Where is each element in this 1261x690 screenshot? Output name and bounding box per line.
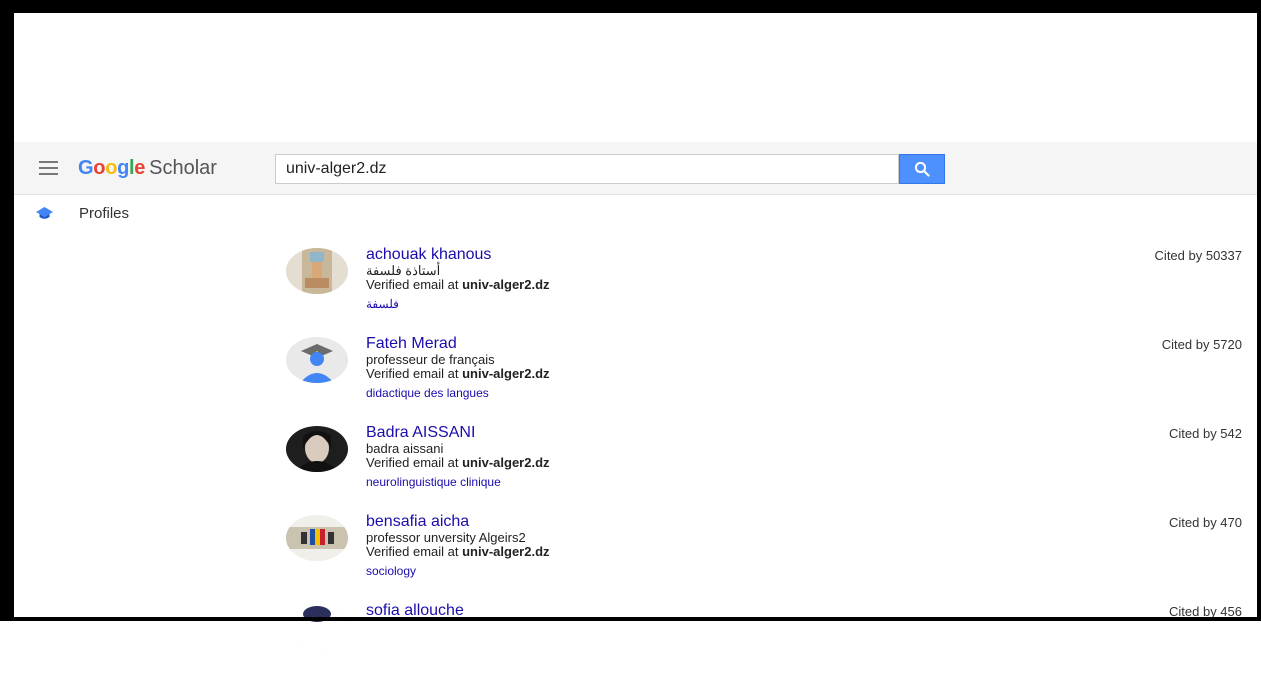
google-scholar-logo[interactable]: Google Scholar (78, 155, 217, 181)
profile-row: achouak khanous أستاذة فلسفة Verified em… (286, 245, 1246, 334)
profile-name-link[interactable]: Badra AISSANI (366, 423, 1066, 442)
screen-frame-right (1257, 0, 1261, 621)
profiles-section-header: Profiles (36, 203, 129, 223)
screen-frame-left (0, 0, 14, 621)
profile-photo[interactable] (286, 248, 348, 294)
cited-by-count: Cited by 470 (1169, 515, 1242, 530)
cited-by-count: Cited by 542 (1169, 426, 1242, 441)
profile-photo[interactable] (286, 515, 348, 561)
profile-affiliation: badra aissani (366, 441, 444, 456)
scholar-header: Google Scholar (14, 142, 1257, 195)
profile-interest-link[interactable]: فلسفة (366, 295, 399, 313)
profile-name-link[interactable]: achouak khanous (366, 245, 1066, 264)
profile-row: bensafia aicha professor unversity Algei… (286, 512, 1246, 601)
profile-affiliation: professeur de français (366, 352, 495, 367)
profile-affiliation: أستاذة فلسفة (366, 263, 441, 278)
profile-photo[interactable] (286, 604, 348, 650)
profile-verified-email: Verified email at univ-alger2.dz (366, 366, 550, 381)
search-button[interactable] (899, 154, 945, 184)
profile-verified-email: Verified email at univ-alger2.dz (366, 544, 550, 559)
screen-frame-bottom (0, 617, 1261, 621)
profile-interest-link[interactable]: neurolinguistique clinique (366, 473, 501, 491)
cited-by-count: Cited by 5720 (1161, 337, 1242, 352)
hamburger-menu-icon[interactable] (39, 161, 58, 175)
profiles-label: Profiles (79, 204, 130, 222)
profile-row: Badra AISSANI badra aissani Verified ema… (286, 423, 1246, 512)
profile-results-list: achouak khanous أستاذة فلسفة Verified em… (286, 245, 1246, 690)
profile-photo[interactable] (286, 426, 348, 472)
graduation-cap-icon (36, 206, 53, 219)
profile-name-link[interactable]: bensafia aicha (366, 512, 1066, 531)
profile-verified-email: Verified email at univ-alger2.dz (366, 277, 550, 292)
profile-row: sofia allouche Cited by 456 (286, 601, 1246, 690)
profile-name-link[interactable]: Fateh Merad (366, 334, 1066, 353)
profile-row: Fateh Merad professeur de français Verif… (286, 334, 1246, 423)
screen-frame-top (0, 0, 1261, 13)
profile-interest-link[interactable]: sociology (366, 562, 416, 580)
default-avatar[interactable] (286, 337, 348, 383)
profile-interest-link[interactable]: didactique des langues (366, 384, 489, 402)
profile-affiliation: professor unversity Algeirs2 (366, 530, 526, 545)
graduate-avatar-icon (286, 337, 348, 383)
profile-verified-email: Verified email at univ-alger2.dz (366, 455, 550, 470)
product-name: Scholar (149, 157, 217, 179)
cited-by-count: Cited by 50337 (1154, 248, 1242, 263)
search-icon (914, 161, 930, 177)
search-input[interactable] (275, 154, 899, 184)
